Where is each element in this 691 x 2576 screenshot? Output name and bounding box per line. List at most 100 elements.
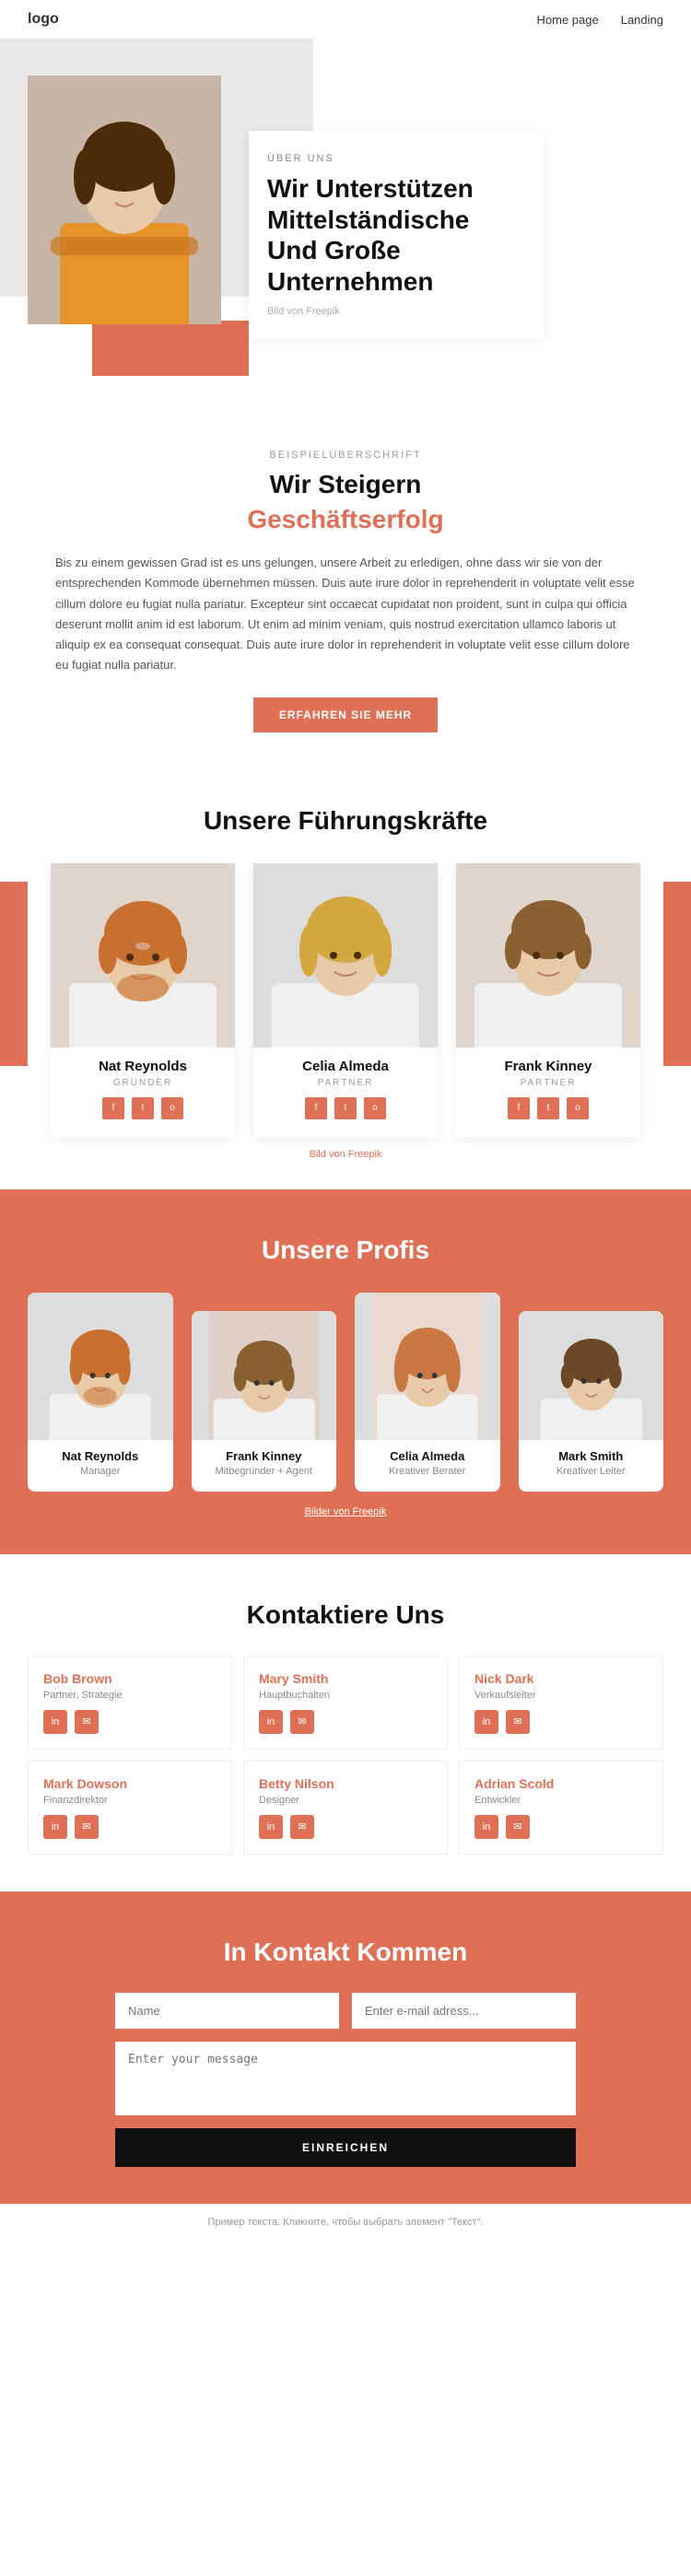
- team-role-1: PARTNER: [253, 1078, 438, 1088]
- profis-role-2: Kreativer Berater: [355, 1466, 500, 1477]
- submit-button[interactable]: EINREICHEN: [115, 2128, 576, 2167]
- contact-grid: Bob Brown Partner, Strategie in ✉ Mary S…: [28, 1656, 663, 1855]
- profis-grid: Nat Reynolds Manager Frank Kinney M: [28, 1293, 663, 1492]
- contact-name-0: Bob Brown: [43, 1671, 217, 1686]
- facebook-icon-0[interactable]: f: [102, 1097, 124, 1119]
- email-icon-3[interactable]: ✉: [75, 1815, 99, 1839]
- hero-label: ÜBER UNS: [267, 153, 525, 164]
- facebook-icon-2[interactable]: f: [508, 1097, 530, 1119]
- nav-links: Home page Landing: [537, 13, 664, 27]
- profis-section: Unsere Profis Nat Reynolds Manag: [0, 1189, 691, 1554]
- contact-section: Kontaktiere Uns Bob Brown Partner, Strat…: [0, 1554, 691, 1891]
- linkedin-icon-0[interactable]: in: [43, 1710, 67, 1734]
- team-role-0: GRÜNDER: [51, 1078, 235, 1088]
- profis-photo-3: [519, 1311, 664, 1440]
- email-icon-1[interactable]: ✉: [290, 1710, 314, 1734]
- contact-name-4: Betty Nilson: [259, 1776, 432, 1791]
- instagram-icon-0[interactable]: o: [161, 1097, 183, 1119]
- contact-name-1: Mary Smith: [259, 1671, 432, 1686]
- contact-card-4: Betty Nilson Designer in ✉: [243, 1761, 448, 1855]
- footer-note: Пример текста. Кликните, чтобы выбрать э…: [0, 2204, 691, 2241]
- profis-name-2: Celia Almeda: [355, 1449, 500, 1463]
- linkedin-icon-5[interactable]: in: [474, 1815, 498, 1839]
- hero-section: ÜBER UNS Wir Unterstützen Mittelständisc…: [0, 39, 691, 394]
- cta-section: In Kontakt Kommen EINREICHEN: [0, 1891, 691, 2204]
- team-title: Unsere Führungskräfte: [28, 806, 663, 836]
- hero-image: [28, 76, 221, 324]
- hero-source: Bild von Freepik: [267, 306, 525, 317]
- contact-title: Kontaktiere Uns: [28, 1600, 663, 1630]
- contact-name-5: Adrian Scold: [474, 1776, 648, 1791]
- team-card-0: Nat Reynolds GRÜNDER f t o: [51, 863, 235, 1138]
- team-card-1: Celia Almeda PARTNER f t o: [253, 863, 438, 1138]
- contact-role-5: Entwickler: [474, 1795, 648, 1806]
- instagram-icon-1[interactable]: o: [364, 1097, 386, 1119]
- logo: logo: [28, 11, 59, 28]
- contact-card-2: Nick Dark Verkaufsleiter in ✉: [459, 1656, 663, 1750]
- email-icon-4[interactable]: ✉: [290, 1815, 314, 1839]
- contact-name-3: Mark Dowson: [43, 1776, 217, 1791]
- nav-landing[interactable]: Landing: [621, 13, 663, 27]
- contact-card-1: Mary Smith Hauptbuchalten in ✉: [243, 1656, 448, 1750]
- contact-role-0: Partner, Strategie: [43, 1690, 217, 1701]
- profis-photo-1: [192, 1311, 337, 1440]
- team-social-1: f t o: [253, 1097, 438, 1119]
- cta-title: In Kontakt Kommen: [37, 1938, 654, 1967]
- email-icon-0[interactable]: ✉: [75, 1710, 99, 1734]
- cta-form: EINREICHEN: [115, 1993, 576, 2167]
- contact-role-1: Hauptbuchalten: [259, 1690, 432, 1701]
- section2: BEISPIELÜBERSCHRIFT Wir Steigern Geschäf…: [0, 394, 691, 769]
- profis-name-1: Frank Kinney: [192, 1449, 337, 1463]
- profis-card-1: Frank Kinney Mitbegründer + Agent: [192, 1311, 337, 1492]
- linkedin-icon-1[interactable]: in: [259, 1710, 283, 1734]
- team-section: Unsere Führungskräfte: [0, 769, 691, 1189]
- email-icon-2[interactable]: ✉: [506, 1710, 530, 1734]
- profis-photo-2: [355, 1293, 500, 1440]
- name-input[interactable]: [115, 1993, 339, 2029]
- contact-card-3: Mark Dowson Finanzdirektor in ✉: [28, 1761, 232, 1855]
- profis-card-2: Celia Almeda Kreativer Berater: [355, 1293, 500, 1492]
- profis-role-0: Manager: [28, 1466, 173, 1477]
- team-photo-0: [51, 863, 235, 1048]
- contact-name-2: Nick Dark: [474, 1671, 648, 1686]
- profis-role-3: Kreativer Leiter: [519, 1466, 664, 1477]
- team-grid: Nat Reynolds GRÜNDER f t o: [28, 863, 663, 1138]
- contact-role-2: Verkaufsleiter: [474, 1690, 648, 1701]
- team-photo-2: [456, 863, 640, 1048]
- email-icon-5[interactable]: ✉: [506, 1815, 530, 1839]
- contact-role-3: Finanzdirektor: [43, 1795, 217, 1806]
- profis-freepik: Bilder von Freepik: [28, 1506, 663, 1517]
- instagram-icon-2[interactable]: o: [567, 1097, 589, 1119]
- team-name-1: Celia Almeda: [253, 1059, 438, 1074]
- profis-card-0: Nat Reynolds Manager: [28, 1293, 173, 1492]
- team-card-2: Frank Kinney PARTNER f t o: [456, 863, 640, 1138]
- contact-role-4: Designer: [259, 1795, 432, 1806]
- profis-photo-0: [28, 1293, 173, 1440]
- linkedin-icon-3[interactable]: in: [43, 1815, 67, 1839]
- profis-card-3: Mark Smith Kreativer Leiter: [519, 1311, 664, 1492]
- nav-home[interactable]: Home page: [537, 13, 599, 27]
- facebook-icon-1[interactable]: f: [305, 1097, 327, 1119]
- linkedin-icon-2[interactable]: in: [474, 1710, 498, 1734]
- team-photo-1: [253, 863, 438, 1048]
- profis-title: Unsere Profis: [28, 1235, 663, 1265]
- message-input[interactable]: [115, 2042, 576, 2115]
- team-role-2: PARTNER: [456, 1078, 640, 1088]
- section2-title: Wir Steigern Geschäftserfolg: [55, 470, 636, 534]
- team-social-0: f t o: [51, 1097, 235, 1119]
- learn-more-button[interactable]: ERFAHREN SIE MEHR: [253, 697, 438, 732]
- team-bg-left: [0, 882, 28, 1066]
- section2-body: Bis zu einem gewissen Grad ist es uns ge…: [55, 553, 636, 675]
- section2-sublabel: BEISPIELÜBERSCHRIFT: [55, 450, 636, 461]
- navbar: logo Home page Landing: [0, 0, 691, 39]
- profis-name-3: Mark Smith: [519, 1449, 664, 1463]
- linkedin-icon-4[interactable]: in: [259, 1815, 283, 1839]
- twitter-icon-1[interactable]: t: [334, 1097, 357, 1119]
- twitter-icon-2[interactable]: t: [537, 1097, 559, 1119]
- email-input[interactable]: [352, 1993, 576, 2029]
- contact-card-5: Adrian Scold Entwickler in ✉: [459, 1761, 663, 1855]
- profis-name-0: Nat Reynolds: [28, 1449, 173, 1463]
- twitter-icon-0[interactable]: t: [132, 1097, 154, 1119]
- contact-card-0: Bob Brown Partner, Strategie in ✉: [28, 1656, 232, 1750]
- hero-title: Wir Unterstützen Mittelständische Und Gr…: [267, 173, 525, 297]
